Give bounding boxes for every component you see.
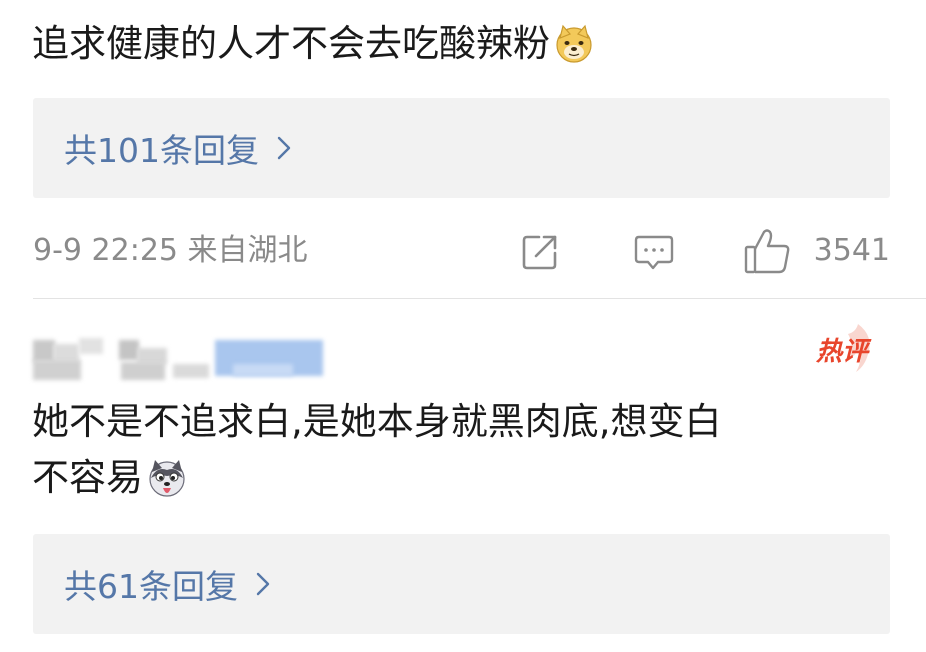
comment-meta-row: 9-9 22:25 来自湖北 3541	[33, 226, 890, 276]
share-icon[interactable]	[519, 231, 561, 273]
replies-count-label[interactable]: 共61条回复	[64, 560, 238, 608]
like-count: 3541	[813, 233, 890, 268]
like-thumbs-up-icon[interactable]	[743, 227, 793, 275]
view-replies-link[interactable]: 共61条回复	[64, 560, 270, 608]
divider	[33, 298, 926, 299]
chevron-right-icon	[277, 136, 291, 160]
husky-emoji-icon	[149, 460, 185, 497]
doge-emoji-icon	[556, 24, 592, 63]
comment-body-line1: 她不是不追求白,是她本身就黑肉底,想变白	[32, 400, 722, 443]
comment-text: 追求健康的人才不会去吃酸辣粉	[32, 14, 594, 74]
replies-box[interactable]: 共101条回复	[33, 98, 890, 198]
hot-comment-badge: 热评	[815, 324, 872, 372]
chevron-right-icon	[256, 572, 270, 596]
comment-text: 她不是不追求白,是她本身就黑肉底,想变白 不容易	[32, 394, 892, 506]
replies-box[interactable]: 共61条回复	[33, 534, 890, 634]
comment-icon[interactable]	[633, 231, 675, 273]
view-replies-link[interactable]: 共101条回复	[64, 124, 291, 172]
comment-body-line2: 不容易	[32, 456, 143, 499]
hot-badge-label: 热评	[815, 337, 872, 367]
replies-count-label[interactable]: 共101条回复	[64, 124, 259, 172]
comment-body-line2-wrap: 不容易	[32, 450, 892, 506]
comment-body: 追求健康的人才不会去吃酸辣粉	[32, 22, 550, 65]
blurred-username[interactable]	[33, 334, 333, 384]
timestamp-location: 9-9 22:25 来自湖北	[33, 233, 308, 268]
